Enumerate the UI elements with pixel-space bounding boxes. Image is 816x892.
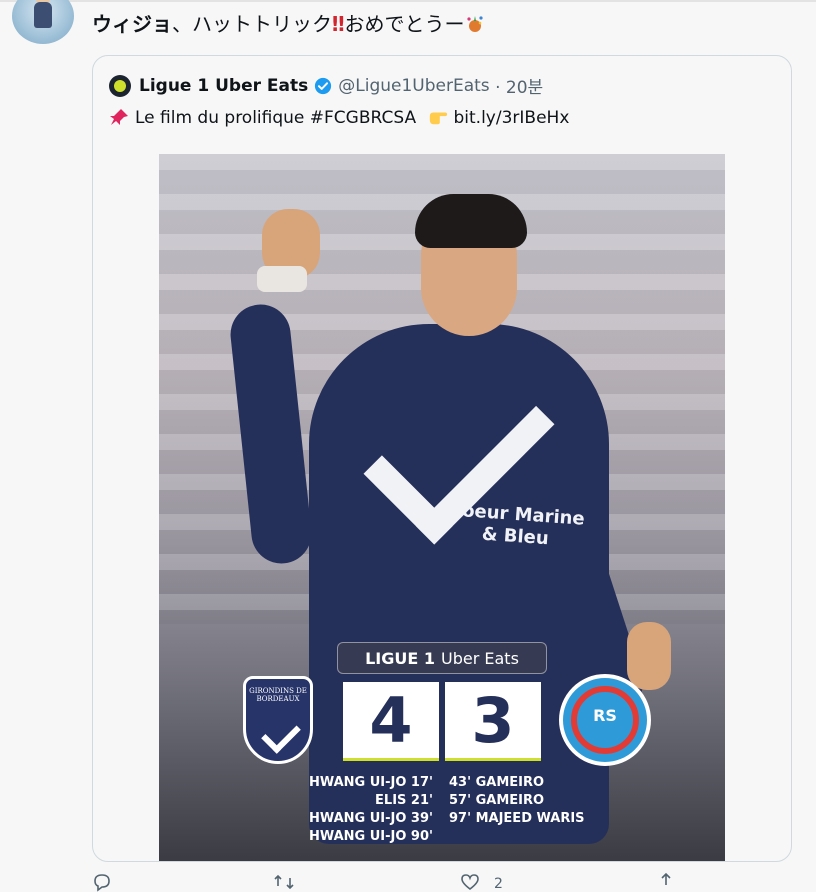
home-score: 4: [343, 682, 439, 761]
party-emoji-icon: [466, 16, 483, 32]
retweet-button[interactable]: [274, 872, 294, 892]
home-scorer: HWANG UI-JO 17': [308, 775, 433, 790]
quoted-text-body: Le film du prolifique #FCGBRCSA: [135, 108, 417, 128]
bordeaux-crest-icon: GIRONDINS DE BORDEAUX: [243, 676, 313, 764]
user-avatar[interactable]: [12, 0, 74, 44]
match-photo[interactable]: Coeur Marine & Bleu LIGUE 1 Uber Eats GIR…: [159, 154, 725, 861]
heart-icon: [461, 874, 479, 891]
quoted-link[interactable]: bit.ly/3rIBeHx: [454, 108, 570, 128]
strasbourg-crest-icon: RS: [559, 674, 651, 766]
quoted-author-handle[interactable]: @Ligue1UberEats: [338, 76, 489, 96]
home-scorer: ELIS 21': [375, 793, 433, 808]
quoted-tweet-header: Ligue 1 Uber Eats @Ligue1UberEats · 20분: [109, 73, 543, 98]
pushpin-icon: [110, 109, 128, 125]
league-badge: LIGUE 1 Uber Eats: [337, 642, 547, 674]
away-crest-text: RS: [593, 706, 617, 725]
double-exclamation-icon: ‼: [332, 12, 345, 36]
away-score: 3: [445, 682, 541, 761]
quoted-tweet-card[interactable]: Ligue 1 Uber Eats @Ligue1UberEats · 20분 …: [92, 55, 792, 862]
tweet-actions: 2: [0, 872, 816, 892]
quoted-author-name[interactable]: Ligue 1 Uber Eats: [139, 76, 308, 96]
home-scorers: HWANG UI-JO 17' ELIS 21' HWANG UI-JO 39'…: [309, 774, 433, 846]
tweet-text-tail: おめでとうー: [344, 12, 465, 36]
home-scorer: HWANG UI-JO 90': [308, 829, 433, 844]
ligue1-avatar-icon[interactable]: [109, 74, 131, 97]
tweet-text-body: 、ハットトリック: [172, 12, 332, 36]
league-name: LIGUE 1: [365, 648, 435, 668]
share-icon: [661, 872, 671, 885]
verified-badge-icon: [315, 77, 332, 94]
league-sponsor: Uber Eats: [441, 648, 519, 668]
quoted-timestamp[interactable]: · 20분: [495, 73, 543, 98]
player-hair: [415, 194, 527, 248]
away-scorers: 43' GAMEIRO 57' GAMEIRO 97' MAJEED WARIS: [449, 774, 585, 828]
crest-chevron: [261, 714, 301, 754]
away-scorer: 57' GAMEIRO: [449, 793, 545, 808]
tweet-author-name[interactable]: ウィジョ: [92, 12, 172, 36]
retweet-icon: [274, 874, 294, 890]
share-button[interactable]: [656, 872, 676, 892]
tweet-text: ウィジョ、ハットトリック‼おめでとうー: [92, 8, 485, 37]
home-crest-text: GIRONDINS DE BORDEAUX: [249, 687, 307, 703]
home-scorer: HWANG UI-JO 39': [308, 811, 433, 826]
like-button[interactable]: 2: [460, 872, 503, 892]
quoted-tweet-text: Le film du prolifique #FCGBRCSA bit.ly/3…: [109, 108, 569, 128]
away-scorer: 97' MAJEED WARIS: [449, 811, 585, 826]
reply-icon: [94, 874, 110, 892]
divider: [0, 0, 816, 2]
reply-button[interactable]: [92, 872, 112, 892]
player-right-hand: [627, 622, 671, 690]
pointing-hand-icon: [429, 112, 447, 125]
like-count: 2: [494, 876, 503, 892]
player-wristband: [257, 266, 307, 292]
avatar-figure: [34, 2, 52, 28]
away-scorer: 43' GAMEIRO: [449, 775, 545, 790]
